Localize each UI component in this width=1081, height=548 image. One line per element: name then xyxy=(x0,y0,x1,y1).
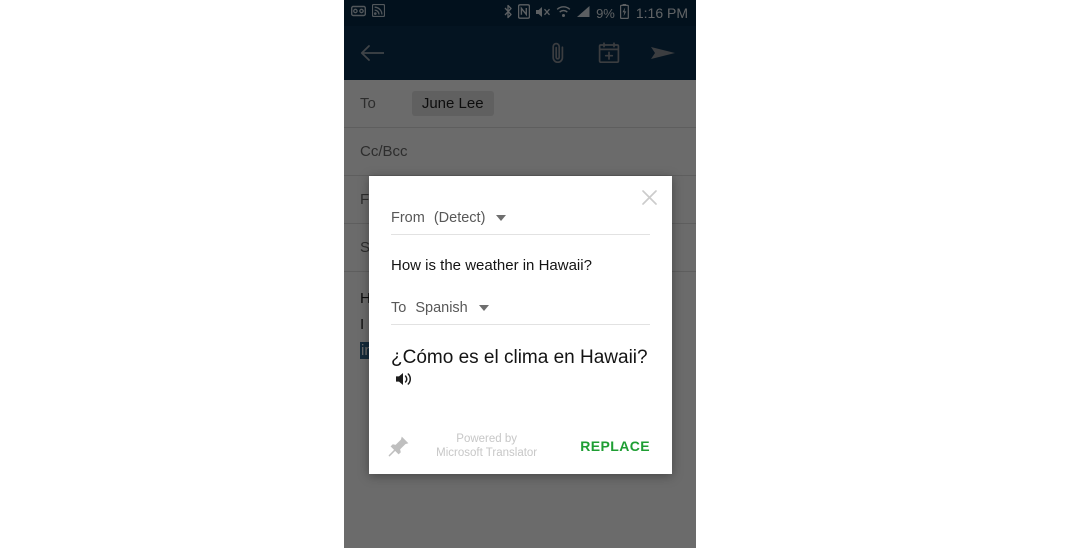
pin-icon[interactable] xyxy=(387,434,411,458)
chevron-down-icon[interactable] xyxy=(496,215,507,221)
to-language-value: Spanish xyxy=(415,300,468,316)
translator-dialog: From (Detect) How is the weather in Hawa… xyxy=(369,176,672,474)
close-icon[interactable] xyxy=(636,184,662,210)
translator-dialog-footer: Powered by Microsoft Translator REPLACE xyxy=(369,418,672,474)
from-language-label: From xyxy=(391,210,425,226)
chevron-down-icon[interactable] xyxy=(478,305,489,311)
replace-button[interactable]: REPLACE xyxy=(574,437,654,455)
powered-by-line2: Microsoft Translator xyxy=(436,447,538,459)
source-text: How is the weather in Hawaii? xyxy=(391,257,592,274)
translated-text: ¿Cómo es el clima en Hawaii? xyxy=(391,347,648,368)
speaker-icon[interactable] xyxy=(395,371,413,392)
powered-by-line1: Powered by xyxy=(456,433,518,445)
powered-by-label: Powered by Microsoft Translator xyxy=(436,432,549,460)
from-language-selector[interactable]: From (Detect) xyxy=(391,210,650,234)
translated-text-block: ¿Cómo es el clima en Hawaii? xyxy=(391,325,650,392)
to-language-selector[interactable]: To Spanish xyxy=(391,300,650,324)
from-language-value: (Detect) xyxy=(433,210,486,226)
to-language-label: To xyxy=(391,300,407,316)
translator-dialog-body: From (Detect) How is the weather in Hawa… xyxy=(369,176,672,392)
screenshot-root: 9% 1:16 PM xyxy=(0,0,1081,548)
